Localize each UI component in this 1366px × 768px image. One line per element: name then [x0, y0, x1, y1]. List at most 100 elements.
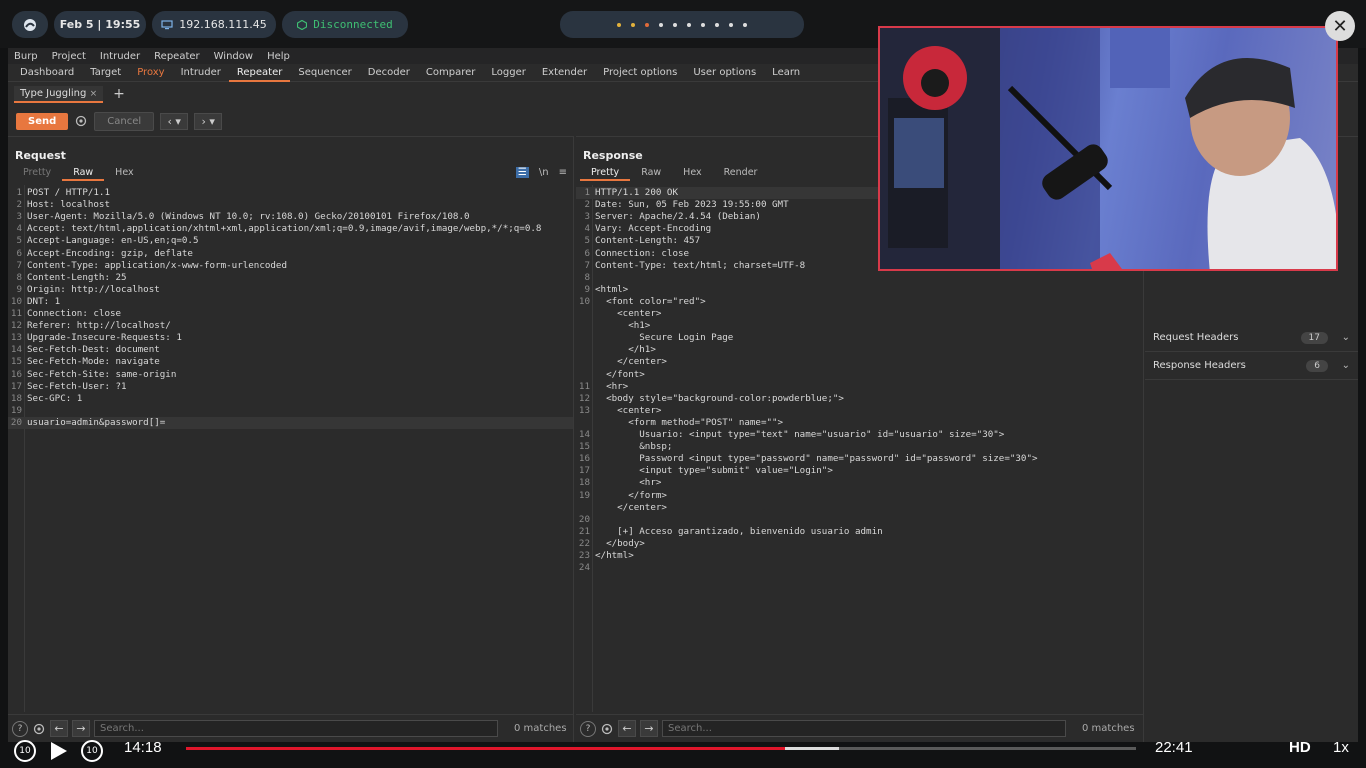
menu-help[interactable]: Help: [267, 51, 290, 62]
skip-back-button[interactable]: 10: [14, 740, 36, 762]
next-match-icon[interactable]: →: [72, 720, 90, 737]
tab-repeater[interactable]: Repeater: [228, 64, 291, 82]
code-line: 8 Content-Length: 25: [8, 272, 573, 284]
send-button[interactable]: Send: [16, 112, 69, 130]
tab-dashboard[interactable]: Dashboard: [12, 64, 82, 82]
os-menu-button[interactable]: [12, 11, 48, 38]
prev-match-icon[interactable]: ←: [618, 720, 636, 737]
line-number: 21: [578, 525, 590, 537]
forward-button[interactable]: › ▾: [194, 112, 223, 130]
close-overlay-button[interactable]: ✕: [1325, 11, 1355, 41]
menu-project[interactable]: Project: [52, 51, 86, 62]
chevron-down-icon: ⌄: [1341, 332, 1350, 343]
tab-comparer[interactable]: Comparer: [418, 64, 483, 82]
tab-hex[interactable]: Hex: [104, 165, 144, 181]
line-text: User-Agent: Mozilla/5.0 (Windows NT 10.0…: [27, 211, 470, 223]
repeater-tab[interactable]: Type Juggling ×: [14, 85, 104, 103]
line-number: [576, 417, 592, 429]
tab-pretty[interactable]: Pretty: [580, 165, 631, 181]
inspector-response-headers[interactable]: Response Headers 6 ⌄: [1145, 352, 1358, 380]
tab-project-options[interactable]: Project options: [595, 64, 685, 82]
line-text: [24, 405, 27, 417]
play-icon[interactable]: [50, 741, 68, 761]
workspace-dot[interactable]: [659, 22, 663, 27]
tab-hex[interactable]: Hex: [672, 165, 712, 181]
code-line: 16 Sec-Fetch-Site: same-origin: [8, 369, 573, 381]
menu-window[interactable]: Window: [214, 51, 253, 62]
request-editor[interactable]: 1 POST / HTTP/1.1 2 Host: localhost 3 User-Ag…: [8, 185, 573, 712]
tab-user-options[interactable]: User options: [685, 64, 764, 82]
cancel-button[interactable]: Cancel: [94, 111, 155, 131]
line-text: HTTP/1.1 200 OK: [595, 187, 678, 198]
line-number: 11: [578, 380, 590, 392]
code-line: </center>: [576, 502, 1143, 514]
settings-icon[interactable]: [600, 722, 614, 736]
workspace-dot[interactable]: [701, 22, 705, 27]
line-number: [576, 332, 592, 344]
back-button[interactable]: ‹ ▾: [160, 112, 189, 130]
code-line: 13 <center>: [576, 405, 1143, 417]
line-text: <font color="red">: [595, 295, 706, 307]
progress-bar[interactable]: [186, 747, 1136, 750]
settings-icon[interactable]: [32, 722, 46, 736]
code-line: 17 <input type="submit" value="Login">: [576, 465, 1143, 477]
tab-learn[interactable]: Learn: [764, 64, 808, 82]
line-text: </center>: [595, 356, 667, 368]
newline-icon[interactable]: \n: [539, 167, 549, 178]
speed-button[interactable]: 1x: [1333, 739, 1349, 756]
workspace-switcher[interactable]: [560, 11, 804, 38]
code-line: 10 DNT: 1: [8, 296, 573, 308]
tab-raw[interactable]: Raw: [630, 165, 672, 181]
workspace-dot[interactable]: [631, 22, 635, 27]
menu-icon[interactable]: ≡: [559, 167, 567, 178]
workspace-dot[interactable]: [687, 22, 691, 27]
tab-pretty[interactable]: Pretty: [12, 165, 62, 181]
menu-repeater[interactable]: Repeater: [154, 51, 199, 62]
tab-render[interactable]: Render: [713, 165, 769, 181]
search-input[interactable]: Search...: [662, 720, 1066, 737]
tab-logger[interactable]: Logger: [483, 64, 533, 82]
response-title: Response: [583, 149, 643, 162]
help-icon[interactable]: ?: [12, 720, 28, 737]
gear-icon[interactable]: [74, 114, 88, 128]
line-number: 19: [578, 489, 590, 501]
line-number: 18: [578, 477, 590, 489]
code-line: 6 Accept-Encoding: gzip, deflate: [8, 248, 573, 260]
vpn-status-text: Disconnected: [313, 18, 393, 31]
menu-intruder[interactable]: Intruder: [100, 51, 140, 62]
code-line: 11 Connection: close: [8, 308, 573, 320]
help-icon[interactable]: ?: [580, 720, 596, 737]
search-input[interactable]: Search...: [94, 720, 498, 737]
close-tab-icon[interactable]: ×: [90, 89, 98, 99]
line-text: Sec-Fetch-Site: same-origin: [27, 368, 177, 380]
workspace-dot[interactable]: [673, 22, 677, 27]
workspace-dot[interactable]: [617, 22, 621, 27]
line-text: Accept: text/html,application/xhtml+xml,…: [27, 223, 542, 235]
tab-sequencer[interactable]: Sequencer: [290, 64, 359, 82]
code-line: 11 <hr>: [576, 381, 1143, 393]
tab-intruder[interactable]: Intruder: [173, 64, 229, 82]
tab-proxy[interactable]: Proxy: [129, 64, 172, 82]
line-number: 20: [578, 513, 590, 525]
tab-extender[interactable]: Extender: [534, 64, 595, 82]
code-line: 10 <font color="red">: [576, 296, 1143, 308]
workspace-dot[interactable]: [715, 22, 719, 27]
tab-raw[interactable]: Raw: [62, 165, 105, 181]
wrap-icon[interactable]: ☰: [515, 167, 529, 178]
tab-target[interactable]: Target: [82, 64, 129, 82]
prev-match-icon[interactable]: ←: [50, 720, 68, 737]
workspace-dot[interactable]: [645, 22, 649, 27]
code-line: 3 User-Agent: Mozilla/5.0 (Windows NT 10.…: [8, 211, 573, 223]
workspace-dot[interactable]: [729, 22, 733, 27]
line-number: 17: [10, 380, 22, 392]
menu-burp[interactable]: Burp: [14, 51, 38, 62]
add-tab-icon[interactable]: +: [113, 86, 125, 102]
total-time: 22:41: [1155, 739, 1193, 756]
line-text: Host: localhost: [27, 199, 110, 211]
next-match-icon[interactable]: →: [640, 720, 658, 737]
skip-forward-button[interactable]: 10: [81, 740, 103, 762]
quality-button[interactable]: HD: [1289, 739, 1311, 756]
inspector-request-headers[interactable]: Request Headers 17 ⌄: [1145, 324, 1358, 352]
workspace-dot[interactable]: [743, 22, 747, 27]
tab-decoder[interactable]: Decoder: [360, 64, 418, 82]
